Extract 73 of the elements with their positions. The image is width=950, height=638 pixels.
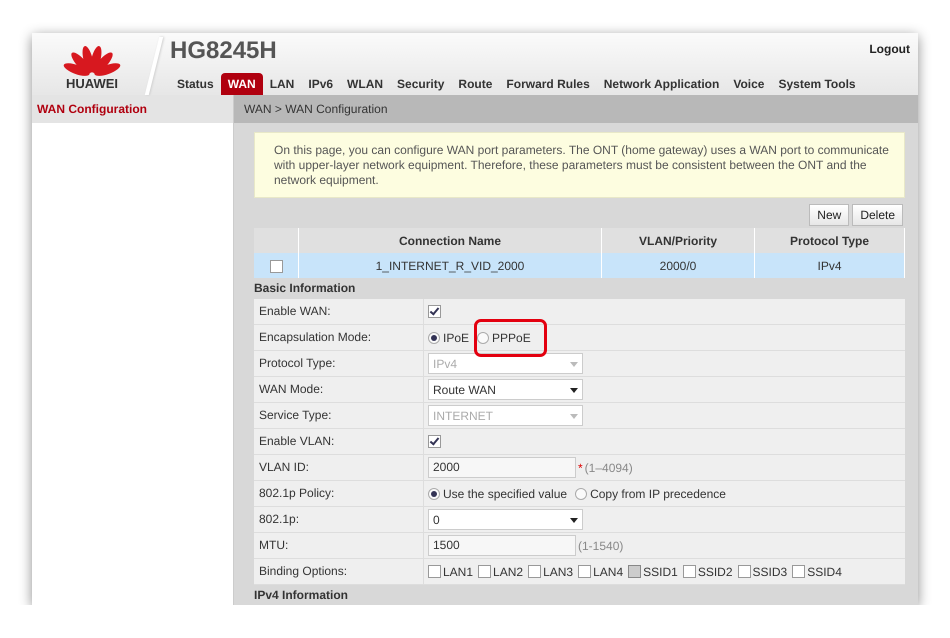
option-label: IPoE (443, 330, 470, 344)
field-label: Service Type: (254, 403, 424, 428)
field-label: VLAN ID: (254, 455, 424, 480)
checkbox[interactable] (528, 565, 542, 578)
field-label: 802.1p Policy: (254, 481, 424, 506)
option-label: SSID4 (807, 564, 842, 578)
option-label: Use the specified value (443, 486, 568, 500)
logout-link[interactable]: Logout (869, 42, 910, 56)
nav-tab[interactable]: Voice (726, 73, 772, 95)
table-header-cell (254, 228, 298, 253)
row-checkbox[interactable] (270, 260, 282, 273)
checkbox[interactable] (738, 565, 750, 578)
checkbox[interactable] (478, 565, 492, 578)
action-button[interactable]: New (809, 204, 850, 226)
breadcrumb: WAN > WAN Configuration (234, 95, 918, 123)
nav-tab[interactable]: System Tools (771, 73, 863, 95)
dropdown: INTERNET (428, 405, 583, 426)
option-label: LAN2 (493, 564, 524, 578)
range-hint: (1-1540) (578, 538, 624, 552)
nav-tab[interactable]: Route (451, 73, 500, 95)
dropdown[interactable]: Route WAN (428, 379, 583, 400)
sidebar-item[interactable]: WAN Configuration (32, 95, 233, 123)
radio-button[interactable] (428, 332, 440, 344)
option-label: LAN3 (543, 564, 574, 578)
field-label: 802.1p: (254, 507, 424, 532)
nav-tab[interactable]: Status (170, 73, 221, 95)
field-label: Protocol Type: (254, 351, 424, 376)
radio-button[interactable] (477, 332, 490, 344)
nav-tab[interactable]: IPv6 (301, 73, 340, 95)
range-hint: (1–4094) (584, 460, 633, 474)
info-notice: On this page, you can configure WAN port parameters. The ONT (home gateway) uses a WAN port to communicate with upper-layer network equipment. Therefore, these parameters must be consistent between the ONT and the network equipment. (254, 132, 905, 198)
action-button[interactable]: Delete (852, 204, 903, 226)
table-row[interactable]: 1_INTERNET_R_VID_2000 2000/0 IPv4 (254, 253, 904, 278)
nav-tab[interactable]: Forward Rules (499, 73, 597, 95)
field-label: WAN Mode: (254, 377, 424, 402)
checkbox[interactable] (428, 435, 441, 448)
required-mark: * (578, 460, 583, 474)
checkbox[interactable] (578, 565, 592, 578)
column-header: VLAN/Priority (602, 228, 754, 253)
dropdown: IPv4 (428, 353, 583, 374)
model-title: HG8245H (170, 36, 277, 65)
option-label: PPPoE (492, 330, 531, 344)
option-label: SSID1 (643, 564, 678, 578)
field-label: Enable VLAN: (254, 429, 424, 454)
radio-button[interactable] (575, 488, 588, 500)
nav-tab[interactable]: WAN (220, 73, 263, 95)
table-cell: 1_INTERNET_R_VID_2000 (298, 253, 602, 278)
column-header: Connection Name (298, 228, 602, 253)
field-label: Enable WAN: (254, 299, 424, 324)
table-cell: 2000/0 (602, 253, 754, 278)
nav-tab[interactable]: Security (390, 73, 452, 95)
option-label: SSID3 (752, 564, 788, 578)
checkbox[interactable] (792, 565, 806, 578)
radio-button[interactable] (428, 488, 440, 500)
option-label: SSID2 (698, 564, 732, 578)
field-label: Binding Options: (254, 559, 424, 584)
column-header: Protocol Type (754, 228, 904, 253)
option-label: Copy from IP precedence (590, 486, 726, 500)
checkbox[interactable] (428, 565, 441, 578)
nav-tab[interactable]: LAN (262, 73, 302, 95)
brand-name: HUAWEI (66, 77, 118, 91)
dropdown[interactable]: 0 (428, 509, 583, 530)
option-label: LAN1 (443, 564, 474, 578)
table-cell: IPv4 (754, 253, 904, 278)
input-field[interactable]: 2000 (428, 457, 576, 478)
input-field[interactable]: 1500 (428, 535, 576, 556)
checkbox[interactable] (682, 565, 696, 578)
field-label: MTU: (254, 533, 424, 558)
nav-tab[interactable]: Network Application (596, 73, 726, 95)
checkbox[interactable] (428, 305, 441, 318)
field-label: Encapsulation Mode: (254, 325, 424, 350)
option-label: LAN4 (593, 564, 624, 578)
nav-tab[interactable]: WLAN (340, 73, 390, 95)
